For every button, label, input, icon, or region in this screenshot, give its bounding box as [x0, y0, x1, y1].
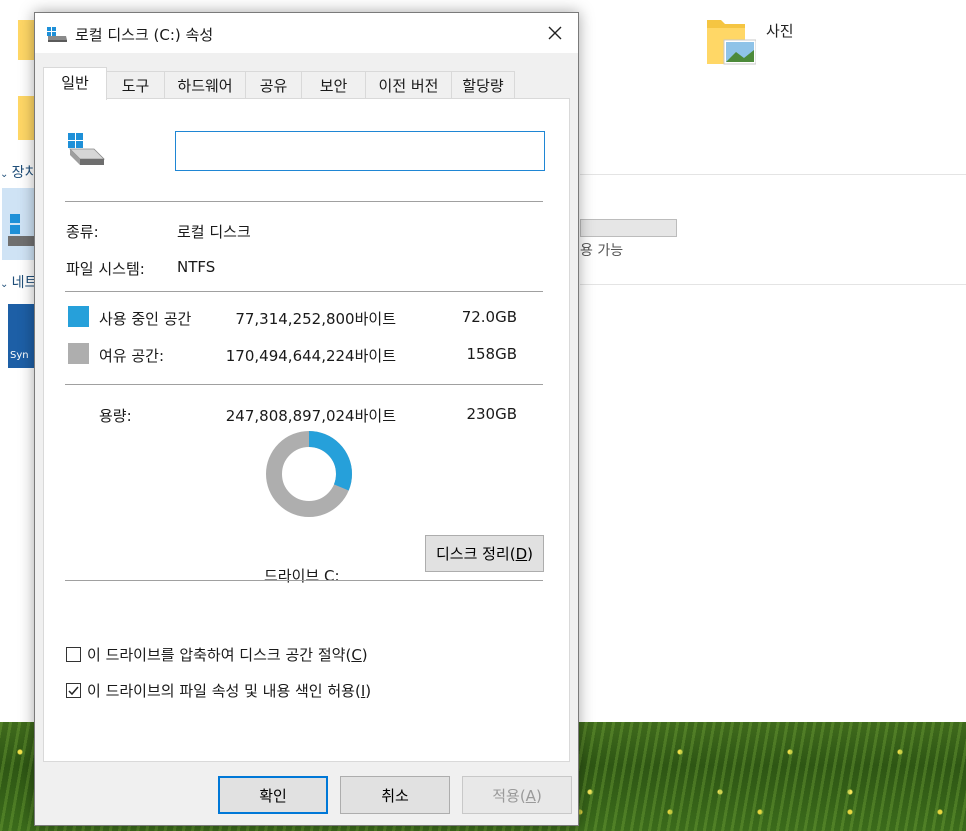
tab-previous-versions[interactable]: 이전 버전 [365, 71, 452, 99]
free-space-swatch [68, 343, 89, 364]
index-drive-option[interactable]: 이 드라이브의 파일 속성 및 내용 색인 허용(I) [66, 680, 371, 701]
disk-usage-donut [266, 431, 352, 517]
compress-accesskey: C [351, 645, 362, 664]
volume-name-input[interactable] [175, 131, 545, 171]
apply-accesskey: A [525, 786, 536, 805]
pictures-folder-icon[interactable] [706, 16, 756, 70]
nav-devices-section[interactable]: ⌄ 장치 [0, 162, 37, 182]
type-value: 로컬 디스크 [177, 223, 251, 241]
used-space-swatch [68, 306, 89, 327]
tab-sharing[interactable]: 공유 [245, 71, 302, 99]
separator [65, 384, 543, 385]
close-button[interactable] [532, 13, 578, 53]
local-disk-icon [68, 133, 105, 165]
used-space-bytes: 77,314,252,800바이트 [235, 310, 396, 328]
cancel-button[interactable]: 취소 [340, 776, 450, 814]
divider [580, 284, 966, 285]
separator [65, 291, 543, 292]
file-system-label: 파일 시스템: [66, 260, 145, 278]
capacity-label: 용량: [99, 407, 132, 425]
properties-dialog: 로컬 디스크 (C:) 속성 일반 도구 하드웨어 공유 보안 이전 버전 할당… [34, 12, 579, 826]
network-device-label: Syn [10, 350, 29, 361]
used-space-size: 72.0GB [461, 308, 517, 326]
capacity-bytes: 247,808,897,024바이트 [225, 407, 396, 425]
index-accesskey: I [360, 681, 366, 700]
title-bar[interactable]: 로컬 디스크 (C:) 속성 [35, 13, 578, 53]
compress-drive-checkbox[interactable] [66, 647, 81, 662]
tab-security[interactable]: 보안 [301, 71, 366, 99]
checkmark-icon [68, 686, 79, 696]
tab-quota[interactable]: 할당량 [451, 71, 515, 99]
nav-network-section[interactable]: ⌄ 네트 [0, 272, 37, 292]
general-tab-panel: 종류: 로컬 디스크 파일 시스템: NTFS 사용 중인 공간 77,314,… [43, 98, 570, 762]
drive-free-text: 용 가능 [580, 243, 624, 259]
index-drive-checkbox[interactable] [66, 683, 81, 698]
ok-button[interactable]: 확인 [218, 776, 328, 814]
compress-drive-option[interactable]: 이 드라이브를 압축하여 디스크 공간 절약(C) [66, 644, 368, 665]
tab-hardware[interactable]: 하드웨어 [164, 71, 246, 99]
drive-usage-bar [580, 219, 677, 237]
drive-label: 드라이브 C: [264, 567, 340, 585]
tab-general[interactable]: 일반 [43, 67, 107, 100]
tab-tools[interactable]: 도구 [106, 71, 165, 99]
drive-icon [47, 27, 67, 42]
separator [65, 201, 543, 202]
network-device-icon[interactable]: Syn [8, 304, 34, 368]
disk-cleanup-label: 디스크 정리 [435, 545, 510, 563]
apply-button[interactable]: 적용(A) [462, 776, 572, 814]
drive-icon[interactable] [2, 188, 34, 260]
dialog-title: 로컬 디스크 (C:) 속성 [75, 26, 214, 44]
folder-icon[interactable] [18, 16, 34, 70]
free-space-label: 여유 공간: [99, 347, 165, 365]
divider [580, 174, 966, 175]
apply-label: 적용 [492, 786, 520, 805]
type-label: 종류: [66, 223, 99, 241]
pictures-folder-label[interactable]: 사진 [766, 20, 794, 41]
compress-drive-label: 이 드라이브를 압축하여 디스크 공간 절약 [87, 646, 346, 664]
close-icon [548, 26, 562, 40]
free-space-bytes: 170,494,644,224바이트 [225, 347, 396, 365]
used-space-label: 사용 중인 공간 [99, 310, 192, 328]
separator [65, 580, 543, 581]
capacity-size: 230GB [466, 405, 517, 423]
folder-icon[interactable] [18, 92, 34, 148]
disk-cleanup-accesskey: D [515, 545, 528, 563]
index-drive-label: 이 드라이브의 파일 속성 및 내용 색인 허용 [87, 682, 355, 700]
free-space-size: 158GB [466, 345, 517, 363]
file-system-value: NTFS [177, 258, 216, 276]
disk-cleanup-button[interactable]: 디스크 정리(D) [425, 535, 544, 572]
